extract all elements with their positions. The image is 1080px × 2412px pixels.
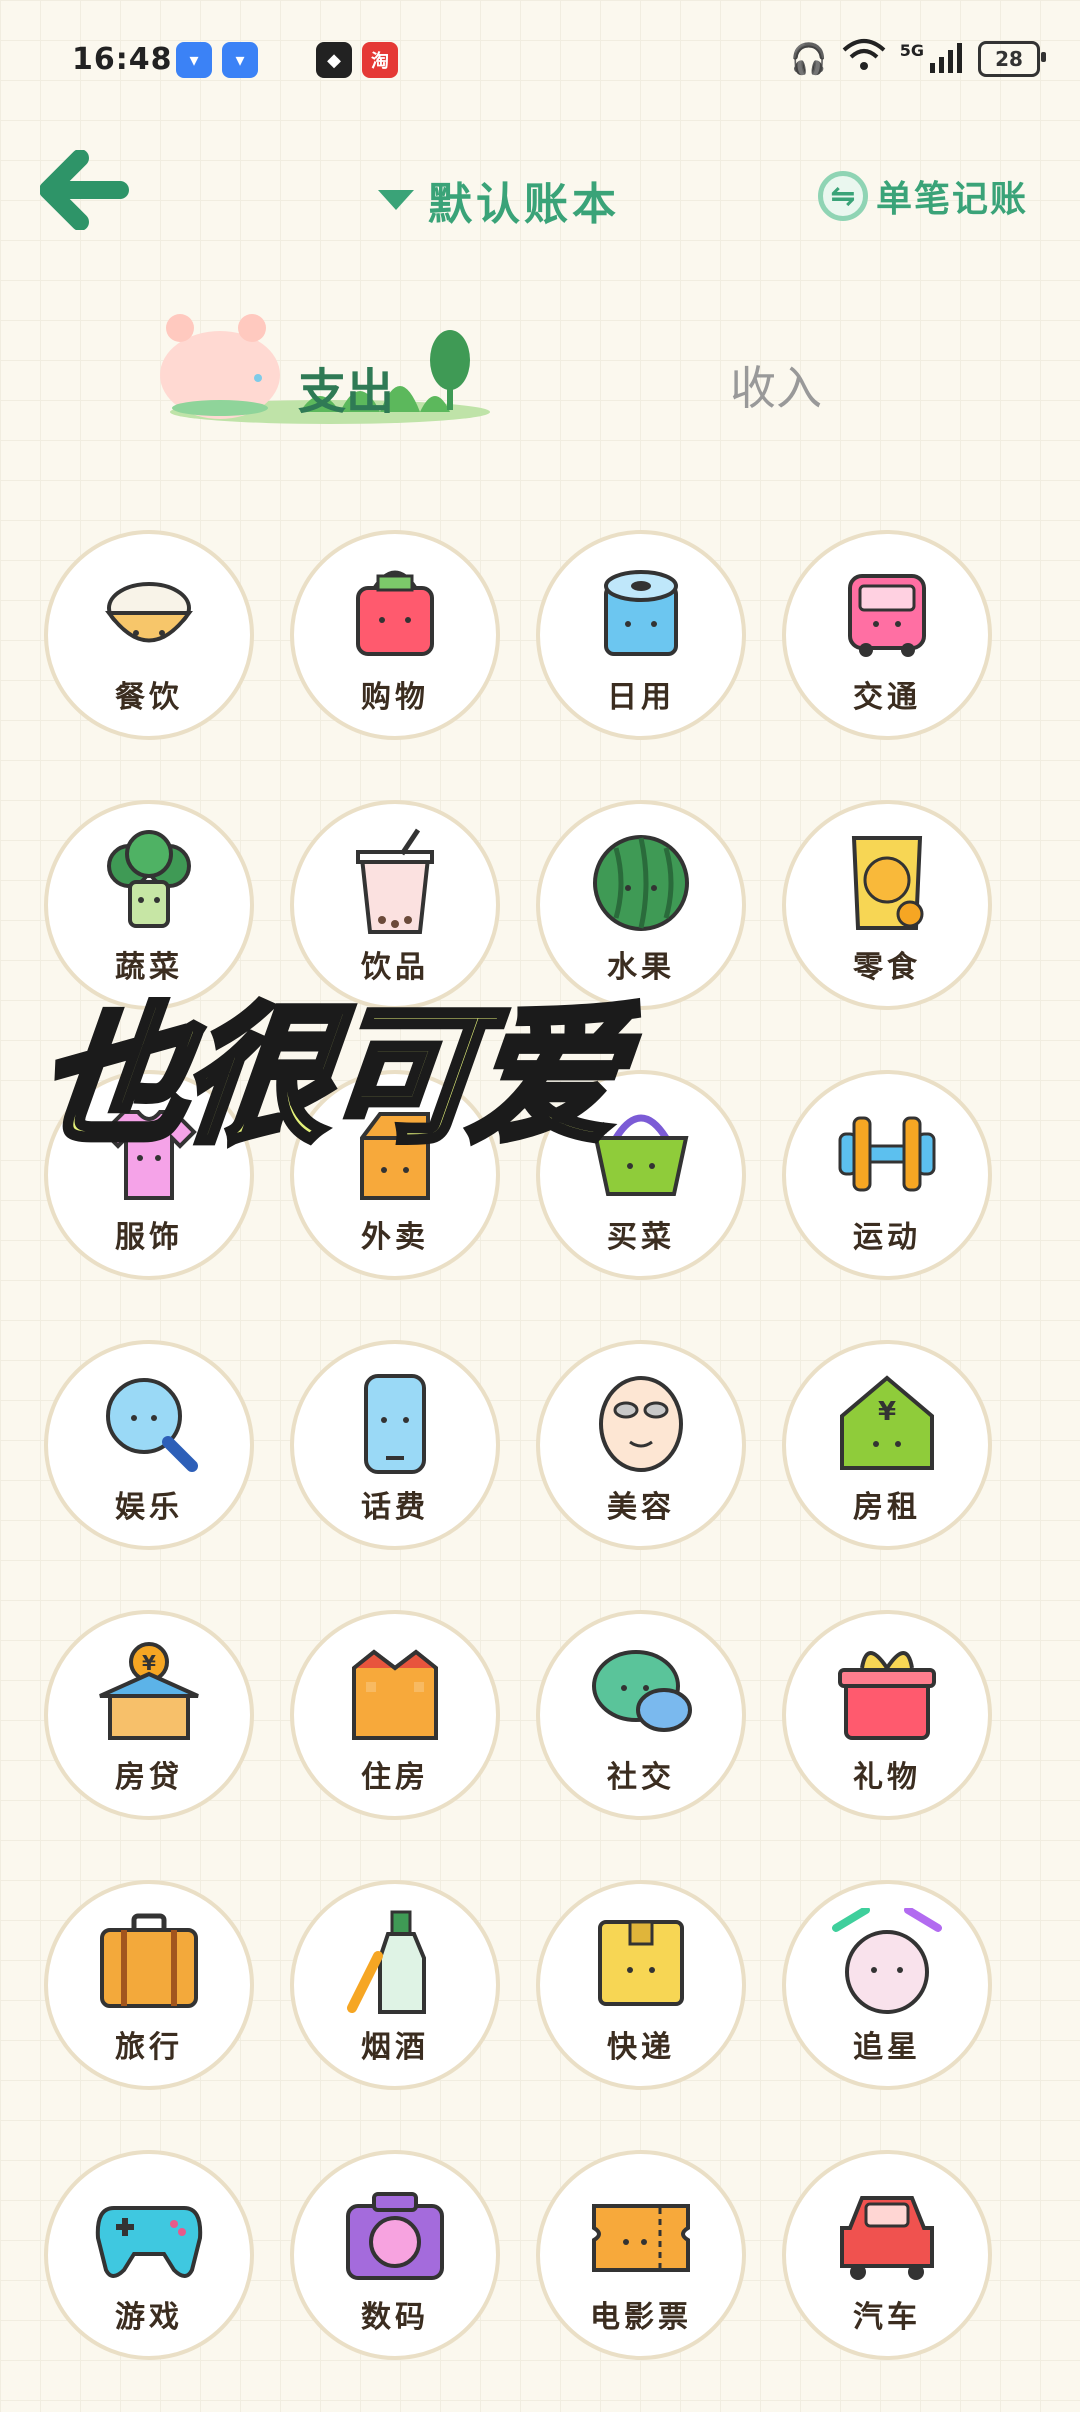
category-item[interactable]: 话费	[290, 1340, 500, 1550]
phone-icon	[340, 1368, 450, 1478]
category-item[interactable]: 购物	[290, 530, 500, 740]
category-label: 旅行	[115, 2030, 183, 2065]
category-label: 数码	[361, 2300, 429, 2335]
category-label: 社交	[607, 1760, 675, 1795]
signal-icon	[928, 41, 964, 77]
svg-text:¥: ¥	[142, 1651, 156, 1675]
microphone-icon	[94, 1368, 204, 1478]
switch-icon: ⇋	[817, 171, 868, 221]
headphones-icon: 🎧	[790, 41, 828, 77]
face-mask-icon	[586, 1368, 696, 1478]
category-item[interactable]: 追星	[782, 1880, 992, 2090]
category-item[interactable]: 住房	[290, 1610, 500, 1820]
bubble-tea-icon	[340, 828, 450, 938]
category-item[interactable]: 社交	[536, 1610, 746, 1820]
category-label: 购物	[361, 680, 429, 715]
category-item[interactable]: 快递	[536, 1880, 746, 2090]
category-item[interactable]: 餐饮	[44, 530, 254, 740]
glowsticks-icon	[832, 1906, 942, 2018]
single-entry-button[interactable]: ⇋ 单笔记账	[817, 170, 1028, 222]
watermelon-icon	[586, 828, 696, 938]
suitcase-icon	[94, 1908, 204, 2018]
category-label: 汽车	[853, 2300, 921, 2335]
network-type: 5G	[899, 40, 924, 60]
tab-expense-label: 支出	[298, 364, 395, 420]
category-label: 日用	[607, 680, 675, 715]
snack-bag-icon	[832, 828, 942, 938]
category-label: 餐饮	[115, 680, 183, 715]
ledger-selector[interactable]: 默认账本	[378, 168, 620, 232]
category-label: 追星	[853, 2030, 921, 2065]
bus-icon	[832, 558, 942, 668]
category-item[interactable]: 电影票	[536, 2150, 746, 2360]
category-item[interactable]: 美容	[536, 1340, 746, 1550]
toilet-roll-icon	[586, 558, 696, 668]
category-label: 烟酒	[361, 2030, 429, 2065]
category-item[interactable]: 烟酒	[290, 1880, 500, 2090]
app-icon-dark: ◆	[316, 42, 352, 78]
category-item[interactable]: 零食	[782, 800, 992, 1010]
category-label: 外卖	[361, 1220, 429, 1255]
status-bar: 16:48 ▾ ▾ ◆ 淘 🎧 5G 28	[0, 0, 1080, 120]
app-icon-blue-2: ▾	[222, 42, 258, 78]
category-item[interactable]: 汽车	[782, 2150, 992, 2360]
category-label: 快递	[607, 2030, 675, 2065]
category-item[interactable]: 运动	[782, 1070, 992, 1280]
category-item[interactable]: 日用	[536, 530, 746, 740]
category-label: 运动	[853, 1220, 921, 1255]
category-item[interactable]: ¥ 房贷	[44, 1610, 254, 1820]
svg-text:¥: ¥	[878, 1397, 896, 1427]
chat-bubble-icon	[586, 1638, 696, 1748]
category-label: 娱乐	[115, 1490, 183, 1525]
taobao-icon: 淘	[362, 42, 398, 78]
parcel-icon	[586, 1908, 696, 2018]
category-item[interactable]: 游戏	[44, 2150, 254, 2360]
category-label: 美容	[607, 1490, 675, 1525]
category-item[interactable]: 数码	[290, 2150, 500, 2360]
rice-bowl-icon	[94, 558, 204, 668]
camera-icon	[340, 2178, 450, 2288]
car-icon	[832, 2178, 942, 2288]
category-label: 房贷	[115, 1760, 183, 1795]
category-item[interactable]: 娱乐	[44, 1340, 254, 1550]
category-label: 交通	[853, 680, 921, 715]
tab-expense[interactable]: 支出	[150, 300, 510, 430]
category-label: 话费	[361, 1490, 429, 1525]
category-item[interactable]: 礼物	[782, 1610, 992, 1820]
house-coin-icon: ¥	[94, 1638, 204, 1748]
dumbbell-icon	[832, 1098, 942, 1208]
shopping-bag-icon	[340, 558, 450, 668]
category-label: 电影票	[590, 2300, 692, 2335]
category-label: 房租	[853, 1490, 921, 1525]
overlay-caption: 也很可爱	[26, 987, 626, 1167]
bottle-icon	[340, 1908, 450, 2018]
broccoli-icon	[94, 828, 204, 938]
gift-icon	[832, 1638, 942, 1748]
status-time: 16:48	[72, 42, 173, 77]
category-label: 礼物	[853, 1760, 921, 1795]
category-item[interactable]: 交通	[782, 530, 992, 740]
category-label: 住房	[361, 1760, 429, 1795]
dropdown-triangle-icon	[378, 190, 414, 210]
back-arrow-icon[interactable]	[39, 149, 130, 231]
gamepad-icon	[94, 2178, 204, 2288]
category-item[interactable]: 旅行	[44, 1880, 254, 2090]
category-label: 买菜	[607, 1220, 675, 1255]
battery-icon: 28	[978, 41, 1046, 77]
house-yuan-icon: ¥	[832, 1368, 942, 1478]
ledger-title: 默认账本	[428, 179, 620, 230]
category-label: 服饰	[115, 1220, 183, 1255]
category-item[interactable]: ¥ 房租	[782, 1340, 992, 1550]
wifi-icon	[842, 38, 886, 80]
ticket-icon	[586, 2178, 696, 2288]
app-icon-blue-1: ▾	[176, 42, 212, 78]
tab-income[interactable]: 收入	[730, 352, 822, 418]
category-label: 游戏	[115, 2300, 183, 2335]
building-icon	[340, 1638, 450, 1748]
single-entry-label: 单笔记账	[875, 179, 1028, 220]
category-label: 零食	[853, 950, 921, 985]
